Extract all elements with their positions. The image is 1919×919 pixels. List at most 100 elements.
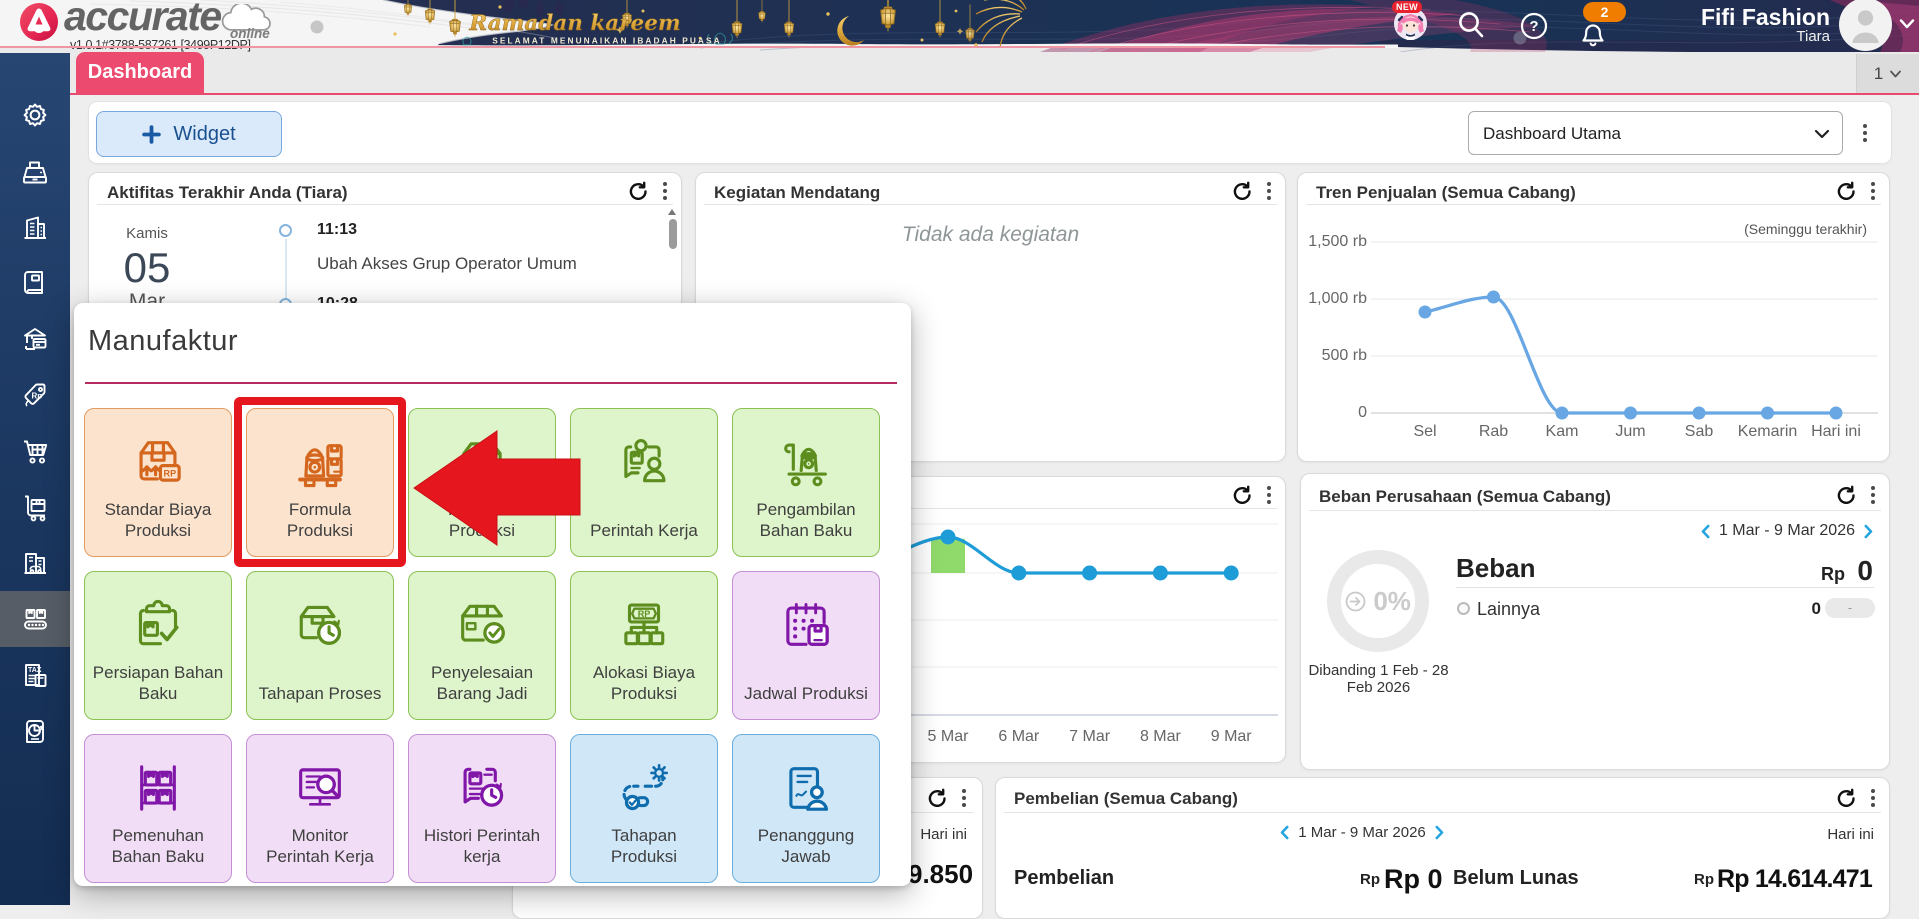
- tab-bar: Dashboard 1: [0, 47, 1919, 95]
- tile-perintah-kerja[interactable]: Perintah Kerja: [570, 408, 718, 557]
- activity-text[interactable]: Ubah Akses Grup Operator Umum: [317, 254, 577, 274]
- refresh-icon[interactable]: [1836, 485, 1855, 504]
- next-period-chevron[interactable]: [1864, 524, 1873, 539]
- refresh-icon[interactable]: [1232, 181, 1251, 200]
- add-widget-button[interactable]: Widget: [96, 111, 282, 157]
- popup-divider: [85, 382, 897, 384]
- widget-menu-dots[interactable]: [1871, 485, 1875, 504]
- refresh-icon[interactable]: [628, 181, 647, 200]
- search-icon[interactable]: [1456, 10, 1486, 40]
- widget-title: Aktifitas Terakhir Anda (Tiara): [107, 183, 348, 202]
- beban-value: 0: [1857, 555, 1873, 586]
- widget-menu-dots[interactable]: [1871, 788, 1875, 807]
- tile-standar-biaya-produksi[interactable]: Standar Biaya Produksi: [84, 408, 232, 557]
- tab-counter[interactable]: 1: [1856, 54, 1919, 93]
- sidebar-item-company[interactable]: [0, 199, 70, 255]
- prev-period-chevron[interactable]: [1701, 524, 1710, 539]
- sidebar-item-assets[interactable]: [0, 535, 70, 591]
- user-name: Tiara: [1796, 28, 1830, 45]
- tile-pengambilan-bahan-baku[interactable]: Pengambilan Bahan Baku: [732, 408, 880, 557]
- x-tick: Hari ini: [1811, 423, 1861, 440]
- sidebar-item-bank[interactable]: [0, 311, 70, 367]
- refresh-icon[interactable]: [927, 788, 946, 807]
- row-label: Pembelian: [1014, 867, 1115, 889]
- help-icon[interactable]: ?: [1520, 12, 1548, 40]
- histori-icon: [409, 757, 555, 819]
- persiapan-icon: [85, 594, 231, 656]
- timeline-line: [284, 239, 287, 298]
- banner-subtitle: SELAMAT MENUNAIKAN IBADAH PUASA: [492, 36, 722, 46]
- refresh-icon[interactable]: [1836, 788, 1855, 807]
- beban-rp: Rp: [1821, 564, 1845, 584]
- beban-label: Beban: [1456, 553, 1536, 583]
- sidebar-item-ledger[interactable]: [0, 255, 70, 311]
- tile-penanggung-jawab[interactable]: Penanggung Jawab: [732, 734, 880, 883]
- sidebar-item-sales[interactable]: [0, 367, 70, 423]
- sidebar-item-manufacture[interactable]: [0, 591, 70, 647]
- sidebar-item-cash-register[interactable]: [0, 143, 70, 199]
- scroll-up-arrow[interactable]: [668, 209, 676, 215]
- user-menu-chevron-icon[interactable]: [1899, 18, 1915, 30]
- company-name: Fifi Fashion: [1700, 4, 1830, 30]
- timeline-dot: [279, 224, 292, 237]
- y-tick: 1,000 rb: [1308, 290, 1367, 307]
- activity-time: 11:13: [317, 221, 358, 238]
- alokasi-icon: [571, 594, 717, 656]
- tile-persiapan-bahan-baku[interactable]: Persiapan Bahan Baku: [84, 571, 232, 720]
- person-icon: [1852, 10, 1879, 43]
- tile-tahapan-proses[interactable]: Tahapan Proses: [246, 571, 394, 720]
- period-label: 1 Mar - 9 Mar 2026: [1718, 522, 1855, 539]
- y-tick: 0: [1358, 404, 1367, 421]
- manufaktur-popup: Manufaktur Standar Biaya Produksi Formul…: [74, 303, 911, 886]
- divider: [704, 204, 1277, 205]
- widget-menu-dots[interactable]: [663, 181, 667, 200]
- activity-date: Kamis 05 Mar: [123, 225, 171, 313]
- widget-tren-penjualan: Tren Penjualan (Semua Cabang) (Seminggu …: [1297, 172, 1890, 462]
- user-avatar[interactable]: [1839, 0, 1892, 51]
- y-tick: 500 rb: [1321, 347, 1367, 364]
- tile-monitor-perintah-kerja[interactable]: Monitor Perintah Kerja: [246, 734, 394, 883]
- sidebar-item-inventory[interactable]: [0, 479, 70, 535]
- app-version: v1.0.1#3788-587261 [3499P12DP]: [70, 38, 251, 52]
- tile-alokasi-biaya-produksi[interactable]: Alokasi Biaya Produksi: [570, 571, 718, 720]
- tile-histori-perintah-kerja[interactable]: Histori Perintah kerja: [408, 734, 556, 883]
- legend-label[interactable]: Lainnya: [1477, 599, 1540, 620]
- sidebar-item-settings[interactable]: [0, 87, 70, 143]
- bell-icon[interactable]: [1580, 22, 1606, 48]
- summary-value: 9.850: [908, 859, 974, 889]
- new-badge: NEW: [1392, 1, 1422, 13]
- period-nav: 1 Mar - 9 Mar 2026: [1701, 522, 1873, 540]
- widget-menu-dots[interactable]: [962, 788, 966, 807]
- tile-penyelesaian-barang-jadi[interactable]: Penyelesaian Barang Jadi: [408, 571, 556, 720]
- divider: [1309, 510, 1881, 511]
- scroll-thumb[interactable]: [669, 219, 677, 249]
- tile-jadwal-produksi[interactable]: Jadwal Produksi: [732, 571, 880, 720]
- sidebar-item-reports[interactable]: [0, 703, 70, 759]
- monitor-icon: [247, 757, 393, 819]
- brand-text: accurate: [64, 0, 222, 39]
- sidebar-item-purchases[interactable]: [0, 423, 70, 479]
- plus-icon: [142, 124, 162, 144]
- popup-title: Manufaktur: [88, 325, 239, 357]
- next-period-chevron[interactable]: [1435, 825, 1444, 840]
- prev-period-chevron[interactable]: [1280, 825, 1289, 840]
- dashboard-select[interactable]: Dashboard Utama: [1468, 111, 1843, 155]
- tile-tahapan-produksi[interactable]: Tahapan Produksi: [570, 734, 718, 883]
- tile-pemenuhan-bahan-baku[interactable]: Pemenuhan Bahan Baku: [84, 734, 232, 883]
- divider: [1456, 587, 1874, 588]
- delta-pill: -: [1825, 598, 1875, 618]
- sidebar-item-tax[interactable]: [0, 647, 70, 703]
- tab-dashboard[interactable]: Dashboard: [76, 52, 204, 93]
- row-value: Rp 0: [1384, 864, 1443, 894]
- period-label: 1 Mar - 9 Mar 2026: [1298, 824, 1426, 841]
- rp-small: Rp: [1694, 871, 1714, 888]
- chevron-down-icon: [1890, 70, 1902, 78]
- legend-value: 0: [1811, 599, 1821, 618]
- legend-dot: [1457, 602, 1470, 615]
- jadwal-icon: [733, 594, 879, 656]
- pemenuhan-icon: [85, 757, 231, 819]
- divider: [97, 204, 673, 205]
- toolbar-menu-dots[interactable]: [1863, 124, 1867, 142]
- widget-menu-dots[interactable]: [1267, 181, 1271, 200]
- highlight-box: [234, 397, 406, 567]
